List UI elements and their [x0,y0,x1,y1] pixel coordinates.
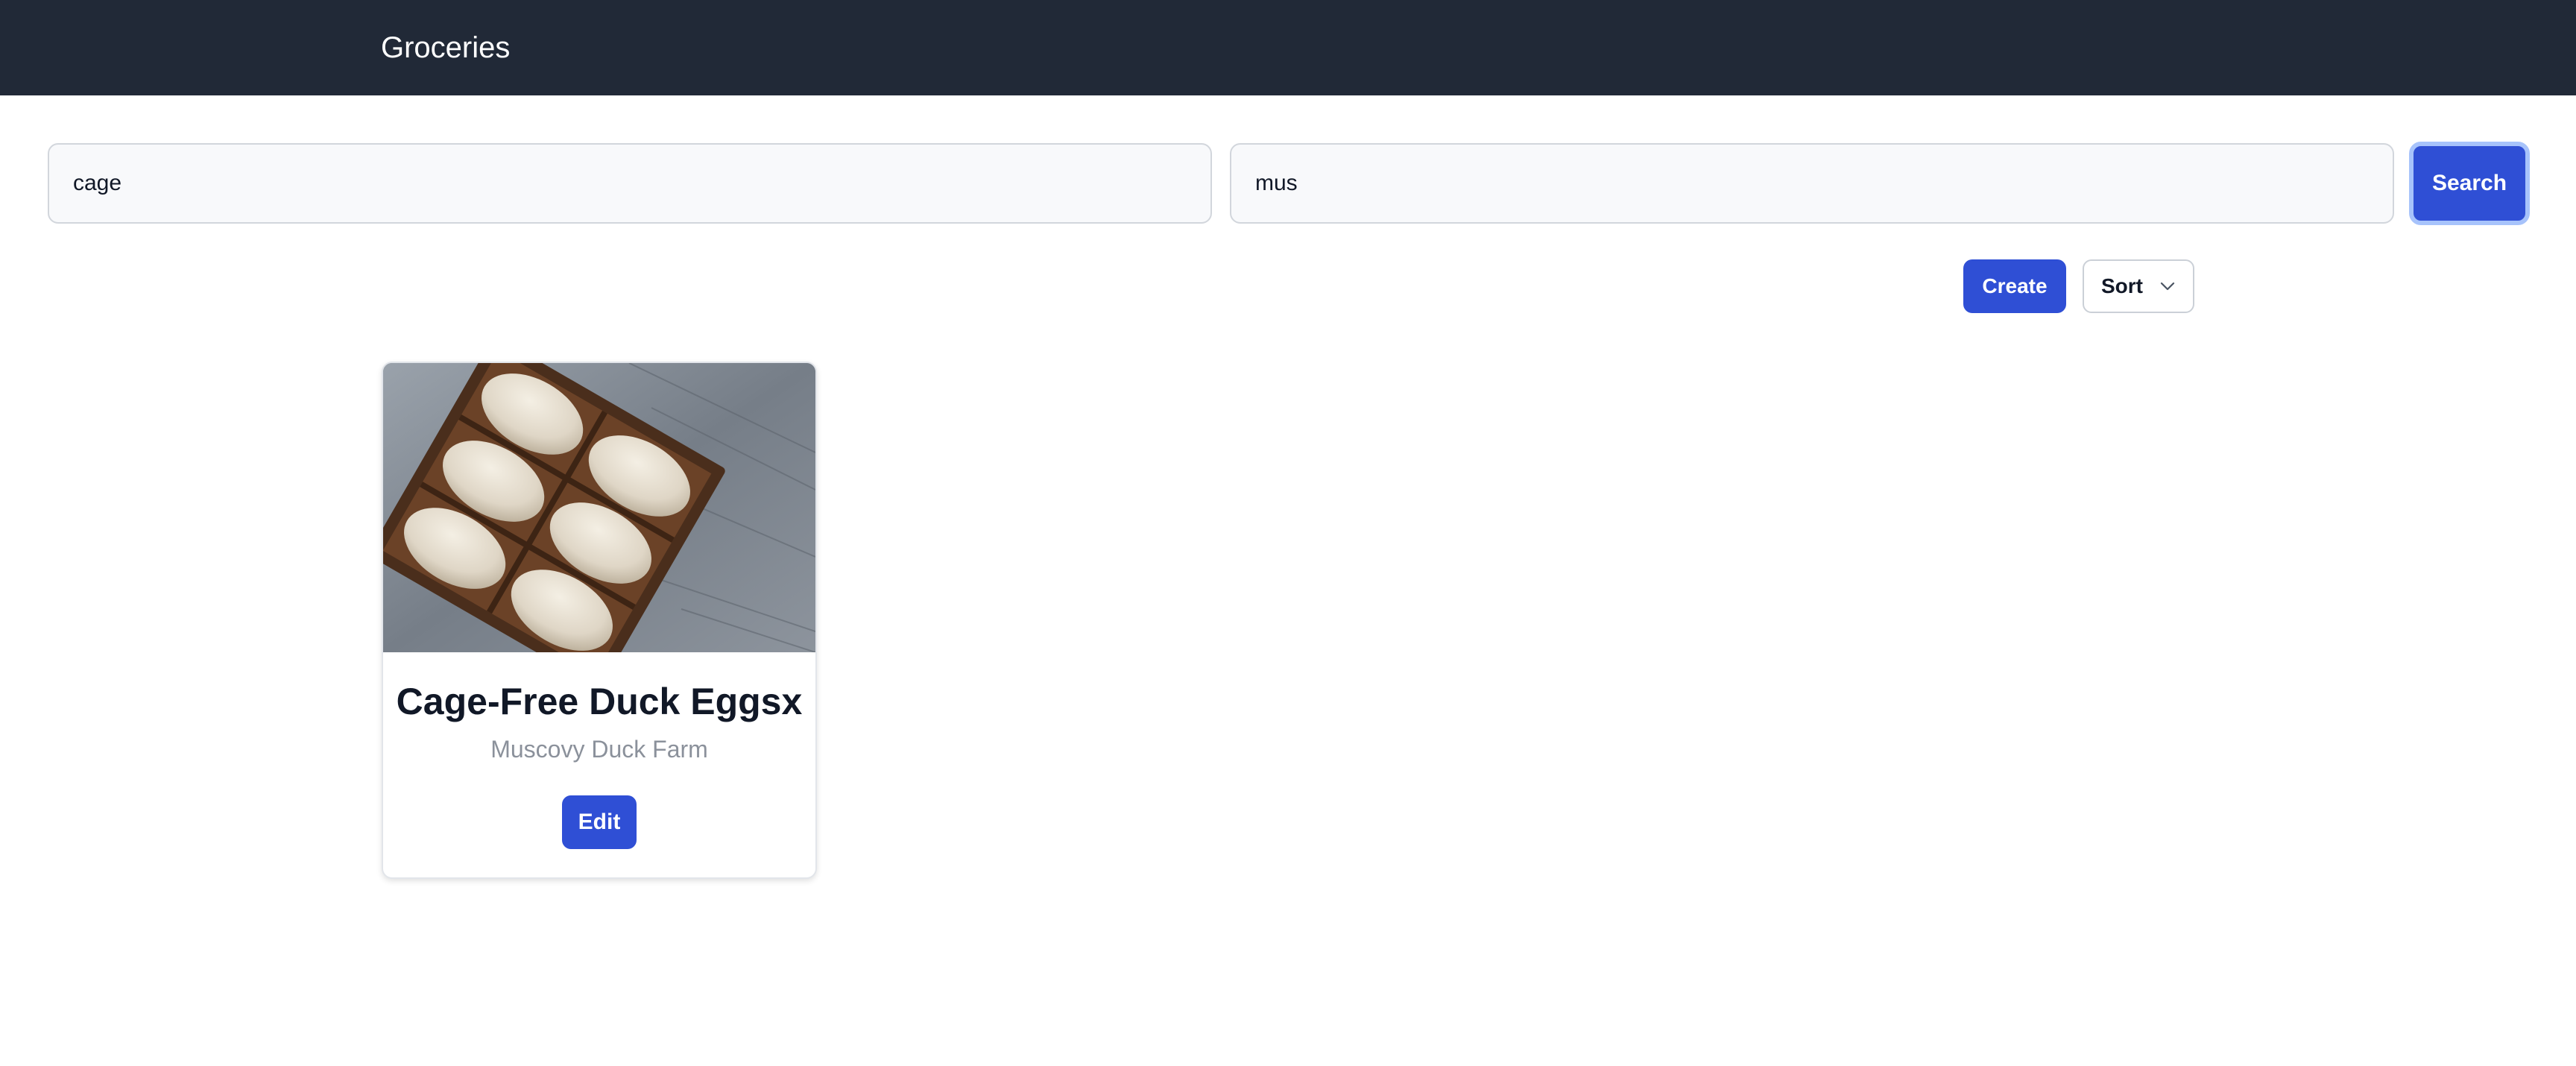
search-input-name[interactable]: cage [48,143,1212,224]
search-input-farm[interactable]: mus [1230,143,2394,224]
search-input-name-value: cage [73,171,122,195]
create-button[interactable]: Create [1963,259,2066,313]
product-card: Cage-Free Duck Eggsx Muscovy Duck Farm E… [382,362,817,879]
app-header: Groceries [0,0,2576,95]
chevron-down-icon [2160,282,2175,291]
search-input-farm-value: mus [1255,171,1298,195]
search-button[interactable]: Search [2409,142,2530,225]
app-title[interactable]: Groceries [381,27,510,69]
product-image [383,363,815,652]
product-name: Cage-Free Duck Eggsx [396,681,803,722]
egg-carton-image [383,363,815,652]
sort-dropdown[interactable]: Sort [2083,259,2194,313]
edit-button[interactable]: Edit [562,795,637,849]
product-farm: Muscovy Duck Farm [490,736,708,763]
sort-label: Sort [2101,274,2143,297]
